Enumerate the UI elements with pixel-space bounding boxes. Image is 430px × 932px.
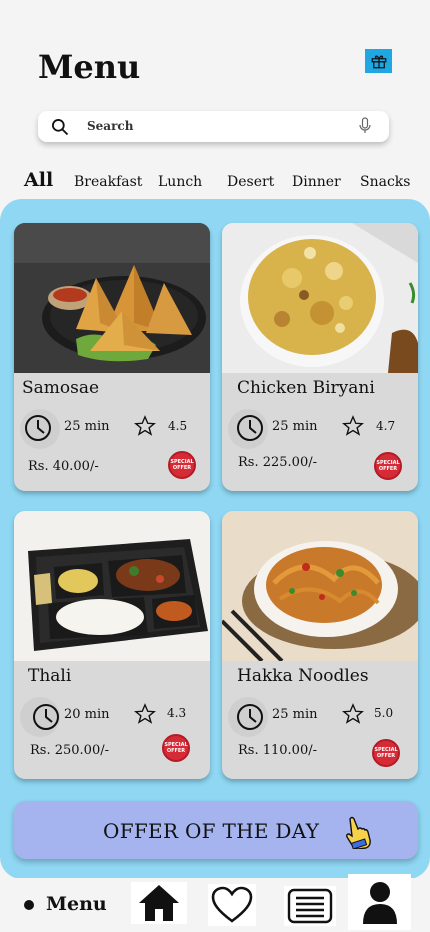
rating: 5.0: [374, 706, 394, 720]
special-offer-badge: SPECIAL OFFER: [168, 451, 196, 479]
star-icon: [134, 415, 156, 441]
item-name: Thali: [28, 666, 72, 686]
item-name: Hakka Noodles: [237, 666, 369, 686]
rating: 4.5: [168, 419, 188, 433]
tab-snacks[interactable]: Snacks: [360, 174, 410, 190]
price: Rs. 250.00/-: [30, 743, 109, 758]
offer-of-the-day-button[interactable]: OFFER OF THE DAY: [14, 801, 418, 859]
item-name: Chicken Biryani: [237, 378, 375, 398]
thali-photo: [14, 511, 210, 661]
search-bar[interactable]: Search: [38, 111, 389, 142]
clock-icon: [20, 697, 60, 741]
heart-icon[interactable]: [208, 884, 256, 926]
menu-card-chicken-biryani[interactable]: Chicken Biryani 25 min 4.7 Rs. 225.00/- …: [222, 223, 418, 491]
biryani-photo: [222, 223, 418, 373]
page-title: Menu: [38, 48, 141, 86]
menu-card-thali[interactable]: Thali 20 min 4.3 Rs. 250.00/- SPECIAL OF…: [14, 511, 210, 779]
tab-lunch[interactable]: Lunch: [158, 174, 202, 190]
clock-icon: [228, 697, 268, 741]
rating: 4.7: [376, 419, 396, 433]
samosa-photo: [14, 223, 210, 373]
star-icon: [342, 703, 364, 729]
prep-time: 20 min: [64, 707, 110, 722]
home-icon[interactable]: [131, 882, 187, 924]
noodles-photo: [222, 511, 418, 661]
price: Rs. 225.00/-: [238, 455, 317, 470]
special-offer-badge: SPECIAL OFFER: [374, 452, 402, 480]
category-tabs: All Breakfast Lunch Desert Dinner Snacks: [0, 168, 430, 198]
star-icon: [134, 703, 156, 729]
menu-card-samosae[interactable]: Samosae 25 min 4.5 Rs. 40.00/- SPECIAL O…: [14, 223, 210, 491]
tab-desert[interactable]: Desert: [227, 174, 274, 190]
menu-card-hakka-noodles[interactable]: Hakka Noodles 25 min 5.0 Rs. 110.00/- SP…: [222, 511, 418, 779]
price: Rs. 40.00/-: [28, 459, 99, 474]
star-icon: [342, 415, 364, 441]
app-screen: Menu Search All Breakfast Lunch Desert D…: [0, 0, 430, 932]
rating: 4.3: [167, 706, 187, 720]
gift-icon[interactable]: [365, 49, 392, 73]
search-icon: [50, 117, 70, 141]
tab-dinner[interactable]: Dinner: [292, 174, 341, 190]
nav-menu-label[interactable]: Menu: [46, 893, 107, 915]
bottom-nav: Menu: [0, 874, 430, 932]
prep-time: 25 min: [272, 419, 318, 434]
item-name: Samosae: [22, 378, 100, 398]
pointing-hand-icon: [342, 815, 372, 853]
search-input[interactable]: Search: [87, 119, 133, 133]
price: Rs. 110.00/-: [238, 743, 317, 758]
profile-icon[interactable]: [348, 874, 411, 930]
tab-all[interactable]: All: [24, 169, 53, 191]
offer-label: OFFER OF THE DAY: [103, 819, 320, 843]
tab-breakfast[interactable]: Breakfast: [74, 174, 142, 190]
clock-icon: [20, 409, 60, 453]
active-dot: [24, 900, 34, 910]
mic-icon[interactable]: [358, 117, 372, 139]
special-offer-badge: SPECIAL OFFER: [372, 739, 400, 767]
clock-icon: [228, 409, 268, 453]
prep-time: 25 min: [272, 707, 318, 722]
prep-time: 25 min: [64, 419, 110, 434]
special-offer-badge: SPECIAL OFFER: [162, 734, 190, 762]
list-icon[interactable]: [284, 886, 336, 926]
